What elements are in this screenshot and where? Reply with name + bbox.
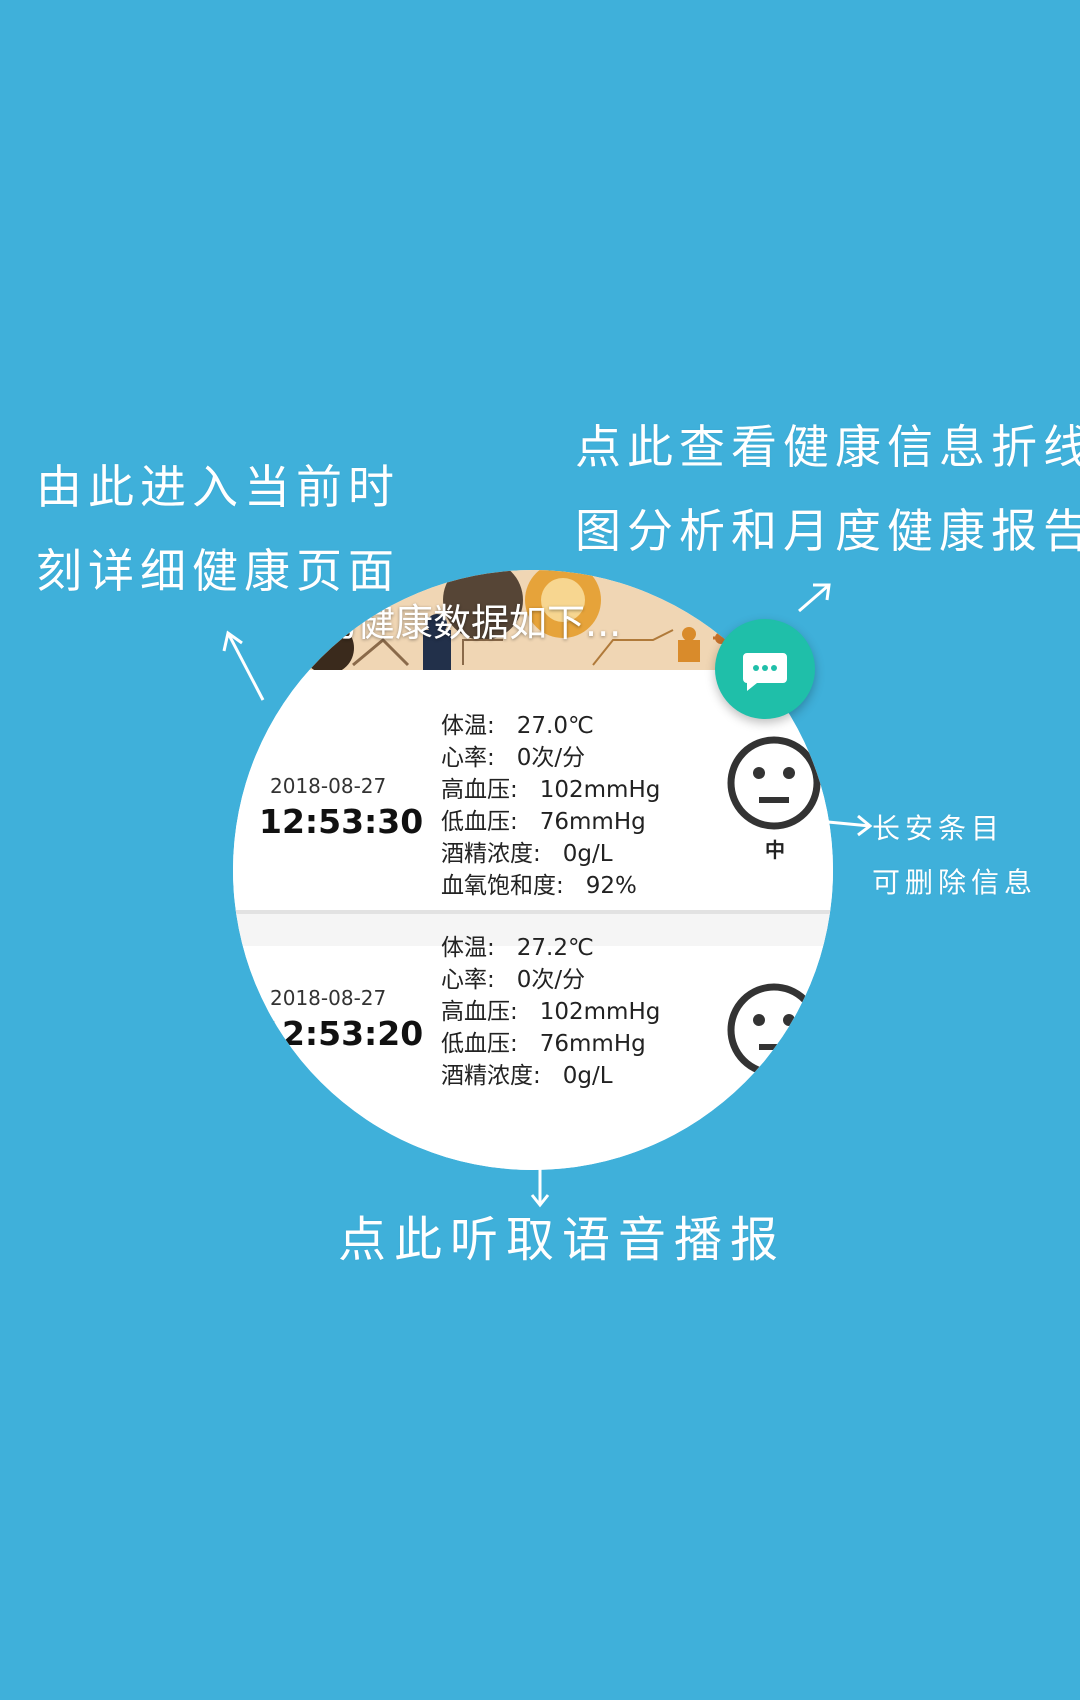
metric-systolic-bp: 高血压: 102mmHg xyxy=(441,774,660,806)
metric-value: 92% xyxy=(585,873,637,899)
metric-value: 102mmHg xyxy=(539,777,661,803)
annotation-line: 可删除信息 xyxy=(872,866,1038,899)
metric-label: 酒精浓度: xyxy=(441,1063,541,1089)
metric-label: 心率: xyxy=(441,745,495,771)
metric-value: 0次/分 xyxy=(516,967,586,993)
metric-value: 0g/L xyxy=(562,841,613,867)
health-record-item[interactable]: 2018-08-27 12:53:20 体温: 27.2℃ 心率: 0次/分 高血压… xyxy=(233,935,833,1170)
metric-value: 76mmHg xyxy=(539,1031,646,1057)
metric-value: 27.0℃ xyxy=(516,713,594,739)
arrow-down-icon xyxy=(530,1167,550,1208)
metric-diastolic-bp: 低血压: 76mmHg xyxy=(441,806,660,838)
metric-label: 血氧饱和度: xyxy=(441,873,564,899)
annotation-view-chart: 点此查看健康信息折线 图分析和月度健康报告 xyxy=(575,405,1080,573)
metric-value: 102mmHg xyxy=(539,999,661,1025)
record-date: 2018-08-27 xyxy=(270,774,387,798)
metric-value: 76mmHg xyxy=(539,809,646,835)
metric-alcohol: 酒精浓度: 0g/L xyxy=(441,1060,660,1092)
metric-body-temp: 体温: 27.2℃ xyxy=(441,932,660,964)
metric-label: 体温: xyxy=(441,713,495,739)
metric-label: 酒精浓度: xyxy=(441,841,541,867)
metric-label: 心率: xyxy=(441,967,495,993)
status-label: 中 xyxy=(765,838,785,862)
arrow-right-icon xyxy=(827,814,873,837)
annotation-line: 由此进入当前时 xyxy=(36,460,400,514)
record-metrics: 体温: 27.0℃ 心率: 0次/分 高血压: 102mmHg 低血压: 76mmHg … xyxy=(441,710,660,902)
metric-body-temp: 体温: 27.0℃ xyxy=(441,710,660,742)
metric-diastolic-bp: 低血压: 76mmHg xyxy=(441,1028,660,1060)
metric-label: 高血压: xyxy=(441,999,518,1025)
banner-title: 的健康数据如下... xyxy=(319,601,622,645)
record-time: 12:53:30 xyxy=(259,802,424,841)
annotation-line: 点此查看健康信息折线 xyxy=(575,420,1080,474)
metric-systolic-bp: 高血压: 102mmHg xyxy=(441,996,660,1028)
neutral-face-icon[interactable] xyxy=(726,982,822,1078)
metric-value: 0次/分 xyxy=(516,745,586,771)
record-time: 12:53:20 xyxy=(259,1014,424,1053)
metric-label: 体温: xyxy=(441,935,495,961)
record-date: 2018-08-27 xyxy=(270,986,387,1010)
metric-heart-rate: 心率: 0次/分 xyxy=(441,964,660,996)
metric-label: 高血压: xyxy=(441,777,518,803)
metric-label: 低血压: xyxy=(441,809,518,835)
annotation-line: 图分析和月度健康报告 xyxy=(575,504,1080,558)
neutral-face-icon[interactable] xyxy=(726,735,822,831)
chat-bubble-icon xyxy=(743,653,787,691)
annotation-line: 长安条目 xyxy=(872,812,1005,845)
metric-spo2: 血氧饱和度: 92% xyxy=(441,870,660,902)
metric-value: 27.2℃ xyxy=(516,935,594,961)
metric-alcohol: 酒精浓度: 0g/L xyxy=(441,838,660,870)
record-metrics: 体温: 27.2℃ 心率: 0次/分 高血压: 102mmHg 低血压: 76mmHg … xyxy=(441,932,660,1092)
annotation-long-press-delete: 长安条目 可删除信息 xyxy=(872,802,1037,910)
metric-value: 0g/L xyxy=(562,1063,613,1089)
metric-heart-rate: 心率: 0次/分 xyxy=(441,742,660,774)
chart-report-fab[interactable] xyxy=(715,619,815,719)
metric-label: 低血压: xyxy=(441,1031,518,1057)
annotation-voice-broadcast: 点此听取语音播报 xyxy=(338,1212,787,1268)
